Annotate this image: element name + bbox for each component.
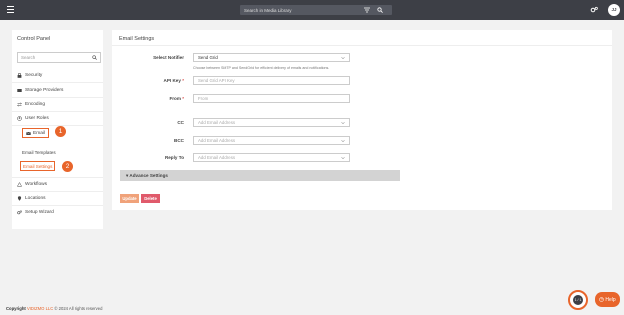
exchange-icon bbox=[17, 102, 22, 107]
sidebar-item-label: Encoding bbox=[25, 102, 46, 107]
sidebar-item-storage[interactable]: Storage Providers bbox=[17, 86, 63, 95]
sidebar-item-label: Security bbox=[25, 73, 43, 78]
sidebar-item-locations[interactable]: Locations bbox=[17, 194, 46, 203]
map-pin-icon bbox=[17, 196, 22, 201]
sidebar-item-user-roles[interactable]: User Roles bbox=[17, 114, 49, 123]
divider bbox=[12, 177, 103, 178]
divider bbox=[12, 97, 103, 98]
update-button[interactable]: Update bbox=[120, 194, 139, 203]
sidebar-item-workflows[interactable]: Workflows bbox=[17, 180, 47, 189]
sidebar-item-setup-wizard[interactable]: Setup Wizard bbox=[17, 208, 54, 217]
global-search-input[interactable] bbox=[240, 5, 358, 15]
sidebar-item-label: Locations bbox=[25, 196, 46, 201]
bcc-select[interactable]: Add Email Address bbox=[193, 136, 350, 145]
filter-icon[interactable] bbox=[364, 7, 370, 13]
advance-settings-label: Advance Settings bbox=[129, 173, 168, 178]
reply-to-label: Reply To bbox=[164, 155, 184, 160]
sidebar-item-email-settings[interactable]: Email Settings bbox=[20, 161, 56, 171]
sidebar-search bbox=[17, 52, 101, 63]
search-icon[interactable] bbox=[92, 55, 97, 60]
divider bbox=[112, 45, 612, 46]
help-label: Help bbox=[605, 296, 616, 303]
workflow-icon bbox=[17, 182, 22, 187]
sidebar-item-label: Setup Wizard bbox=[25, 210, 54, 215]
divider bbox=[12, 82, 103, 83]
question-circle-icon bbox=[599, 297, 605, 302]
sidebar-item-label: Email bbox=[33, 130, 45, 136]
divider bbox=[12, 111, 103, 112]
from-input[interactable] bbox=[193, 94, 350, 103]
api-key-label: API Key * bbox=[163, 78, 184, 83]
advance-settings-toggle[interactable]: ▾ Advance Settings bbox=[120, 170, 400, 181]
envelope-icon bbox=[26, 131, 31, 135]
notifier-label: Select Notifier bbox=[153, 55, 184, 60]
cc-select[interactable]: Add Email Address bbox=[193, 118, 350, 127]
search-icon[interactable] bbox=[377, 7, 383, 13]
sidebar-item-email-templates[interactable]: Email Templates bbox=[22, 150, 56, 155]
step-badge-2: 2 bbox=[62, 161, 73, 172]
notifier-value: Send Grid bbox=[198, 55, 218, 60]
sidebar-item-label: Storage Providers bbox=[25, 88, 64, 93]
sidebar-item-security[interactable]: Security bbox=[17, 71, 42, 80]
control-panel-sidebar: Control Panel Security Storage Providers… bbox=[12, 30, 103, 229]
sidebar-item-encoding[interactable]: Encoding bbox=[17, 100, 45, 109]
from-label: From * bbox=[169, 96, 184, 101]
lock-icon bbox=[17, 73, 22, 78]
sidebar-item-label: Workflows bbox=[25, 182, 48, 187]
footer-brand-link[interactable]: VIDIZMO LLC bbox=[27, 306, 53, 311]
divider bbox=[12, 191, 103, 192]
user-circle-icon bbox=[17, 116, 22, 121]
sidebar-title: Control Panel bbox=[17, 36, 51, 42]
chevron-down-icon bbox=[341, 57, 345, 60]
gears-icon bbox=[17, 210, 22, 215]
email-settings-panel: Email Settings Select Notifier Send Grid… bbox=[112, 30, 612, 210]
menu-icon[interactable] bbox=[7, 6, 14, 13]
bcc-label: BCC bbox=[174, 138, 184, 143]
pager-text: 1 / 1 bbox=[573, 295, 583, 305]
user-avatar[interactable]: JJ bbox=[608, 4, 620, 16]
footer-copyright: Copyright VIDIZMO LLC © 2024 All rights … bbox=[6, 306, 103, 311]
cc-label: CC bbox=[177, 120, 184, 125]
pager-indicator[interactable]: 1 / 1 bbox=[568, 290, 588, 310]
sidebar-item-label: User Roles bbox=[25, 116, 49, 121]
sidebar-search-input[interactable] bbox=[18, 53, 88, 62]
storage-icon bbox=[17, 89, 22, 92]
chevron-down-icon bbox=[341, 140, 345, 143]
api-key-input[interactable] bbox=[193, 76, 350, 85]
step-badge-1: 1 bbox=[55, 126, 66, 137]
top-bar: JJ bbox=[0, 0, 624, 20]
reply-to-select[interactable]: Add Email Address bbox=[193, 153, 350, 162]
reply-to-placeholder: Add Email Address bbox=[198, 155, 236, 160]
global-search bbox=[240, 5, 392, 15]
divider bbox=[12, 205, 103, 206]
notifier-help-text: Choose between SMTP and SendGrid for eff… bbox=[193, 66, 330, 70]
help-button[interactable]: Help bbox=[595, 292, 620, 307]
chevron-down-icon bbox=[341, 157, 345, 160]
delete-button[interactable]: Delete bbox=[141, 194, 160, 203]
settings-gear-icon[interactable] bbox=[590, 6, 598, 14]
chevron-down-icon bbox=[341, 122, 345, 125]
bcc-placeholder: Add Email Address bbox=[198, 138, 236, 143]
notifier-select[interactable]: Send Grid bbox=[193, 53, 350, 62]
cc-placeholder: Add Email Address bbox=[198, 120, 236, 125]
page-title: Email Settings bbox=[119, 36, 155, 42]
sidebar-item-email[interactable]: Email bbox=[22, 128, 49, 138]
